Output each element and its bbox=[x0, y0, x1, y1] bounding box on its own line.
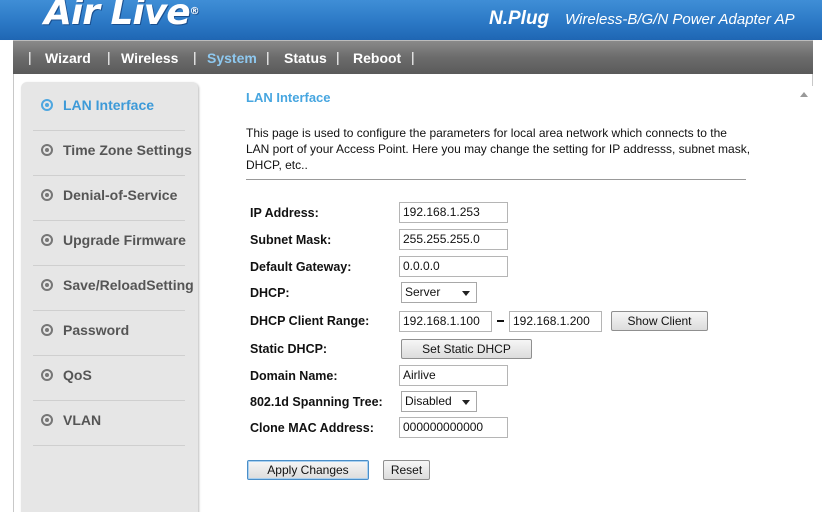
spanning-tree-select-value: Disabled bbox=[405, 394, 452, 408]
sidebar-item-label: QoS bbox=[63, 367, 92, 383]
sidebar-item-label: Password bbox=[63, 322, 130, 338]
sidebar-item-password[interactable]: Password bbox=[33, 311, 185, 356]
bullet-icon bbox=[41, 99, 53, 111]
spanning-tree-select[interactable]: Disabled bbox=[401, 391, 477, 412]
product-description: Wireless-B/G/N Power Adapter AP bbox=[565, 11, 795, 28]
product-name: N.Plug bbox=[489, 8, 550, 29]
static-dhcp-label: Static DHCP: bbox=[250, 342, 328, 356]
nav-wizard[interactable]: Wizard bbox=[45, 50, 91, 66]
sidebar-item-time-zone[interactable]: Time Zone Settings bbox=[33, 131, 192, 176]
sidebar-item-label: Time Zone Settings bbox=[63, 142, 192, 158]
bullet-icon bbox=[41, 279, 53, 291]
dhcp-select[interactable]: Server bbox=[401, 282, 477, 303]
bullet-icon bbox=[41, 324, 53, 336]
ip-address-input[interactable]: 192.168.1.253 bbox=[399, 202, 508, 223]
domain-name-label: Domain Name: bbox=[250, 369, 338, 383]
sidebar-item-save-reload[interactable]: Save/ReloadSetting bbox=[33, 266, 194, 311]
subnet-mask-input[interactable]: 255.255.255.0 bbox=[399, 229, 508, 250]
sidebar-item-label: VLAN bbox=[63, 412, 102, 428]
sidebar-item-vlan[interactable]: VLAN bbox=[33, 401, 185, 446]
nav-separator: | bbox=[411, 49, 415, 65]
ip-address-label: IP Address: bbox=[250, 206, 319, 220]
range-dash bbox=[497, 320, 504, 322]
sidebar-item-label: LAN Interface bbox=[63, 97, 155, 113]
nav-system[interactable]: System bbox=[207, 50, 257, 66]
nav-separator: | bbox=[28, 49, 32, 65]
sidebar-item-denial-of-service[interactable]: Denial-of-Service bbox=[33, 176, 185, 221]
bullet-icon bbox=[41, 144, 53, 156]
subnet-mask-label: Subnet Mask: bbox=[250, 233, 332, 247]
clone-mac-label: Clone MAC Address: bbox=[250, 421, 374, 435]
dhcp-label: DHCP: bbox=[250, 286, 290, 300]
nav-separator: | bbox=[193, 49, 197, 65]
nav-separator: | bbox=[266, 49, 270, 65]
bullet-icon bbox=[41, 414, 53, 426]
reset-button[interactable]: Reset bbox=[383, 460, 430, 480]
page-description: This page is used to configure the param… bbox=[246, 126, 751, 172]
sidebar-item-label: Upgrade Firmware bbox=[63, 232, 186, 248]
sidebar-item-label: Save/ReloadSetting bbox=[63, 277, 194, 293]
top-nav: | Wizard | Wireless | System | Status | … bbox=[13, 40, 813, 74]
sidebar: LAN Interface Time Zone Settings Denial-… bbox=[21, 82, 198, 512]
bullet-icon bbox=[41, 234, 53, 246]
apply-changes-button[interactable]: Apply Changes bbox=[247, 460, 369, 480]
bullet-icon bbox=[41, 189, 53, 201]
sidebar-item-qos[interactable]: QoS bbox=[33, 356, 185, 401]
domain-name-input[interactable]: Airlive bbox=[399, 365, 508, 386]
registered-mark: ® bbox=[189, 6, 200, 17]
nav-separator: | bbox=[107, 49, 111, 65]
divider bbox=[246, 179, 746, 180]
show-client-button[interactable]: Show Client bbox=[611, 311, 708, 331]
page-title: LAN Interface bbox=[246, 90, 331, 105]
set-static-dhcp-button[interactable]: Set Static DHCP bbox=[401, 339, 532, 359]
airlive-logo: Air Live® bbox=[44, 0, 200, 33]
clone-mac-input[interactable]: 000000000000 bbox=[399, 417, 508, 438]
spanning-tree-label: 802.1d Spanning Tree: bbox=[250, 395, 383, 409]
header-banner: Air Live® N.Plug Wireless-B/G/N Power Ad… bbox=[0, 0, 822, 40]
dhcp-select-value: Server bbox=[405, 285, 441, 299]
scroll-up-arrow-icon[interactable] bbox=[800, 92, 808, 97]
nav-separator: | bbox=[336, 49, 340, 65]
dhcp-client-range-label: DHCP Client Range: bbox=[250, 314, 370, 328]
nav-reboot[interactable]: Reboot bbox=[353, 50, 401, 66]
nav-wireless[interactable]: Wireless bbox=[121, 50, 178, 66]
vertical-scrollbar[interactable] bbox=[796, 86, 813, 512]
sidebar-item-label: Denial-of-Service bbox=[63, 187, 178, 203]
logo-text: Air Live bbox=[44, 0, 191, 33]
chevron-down-icon bbox=[462, 400, 470, 405]
default-gateway-input[interactable]: 0.0.0.0 bbox=[399, 256, 508, 277]
chevron-down-icon bbox=[462, 291, 470, 296]
bullet-icon bbox=[41, 369, 53, 381]
dhcp-range-end-input[interactable]: 192.168.1.200 bbox=[509, 311, 602, 332]
default-gateway-label: Default Gateway: bbox=[250, 260, 352, 274]
dhcp-range-start-input[interactable]: 192.168.1.100 bbox=[399, 311, 492, 332]
sidebar-item-upgrade-firmware[interactable]: Upgrade Firmware bbox=[33, 221, 186, 266]
sidebar-item-lan-interface[interactable]: LAN Interface bbox=[33, 86, 185, 131]
nav-status[interactable]: Status bbox=[284, 50, 327, 66]
